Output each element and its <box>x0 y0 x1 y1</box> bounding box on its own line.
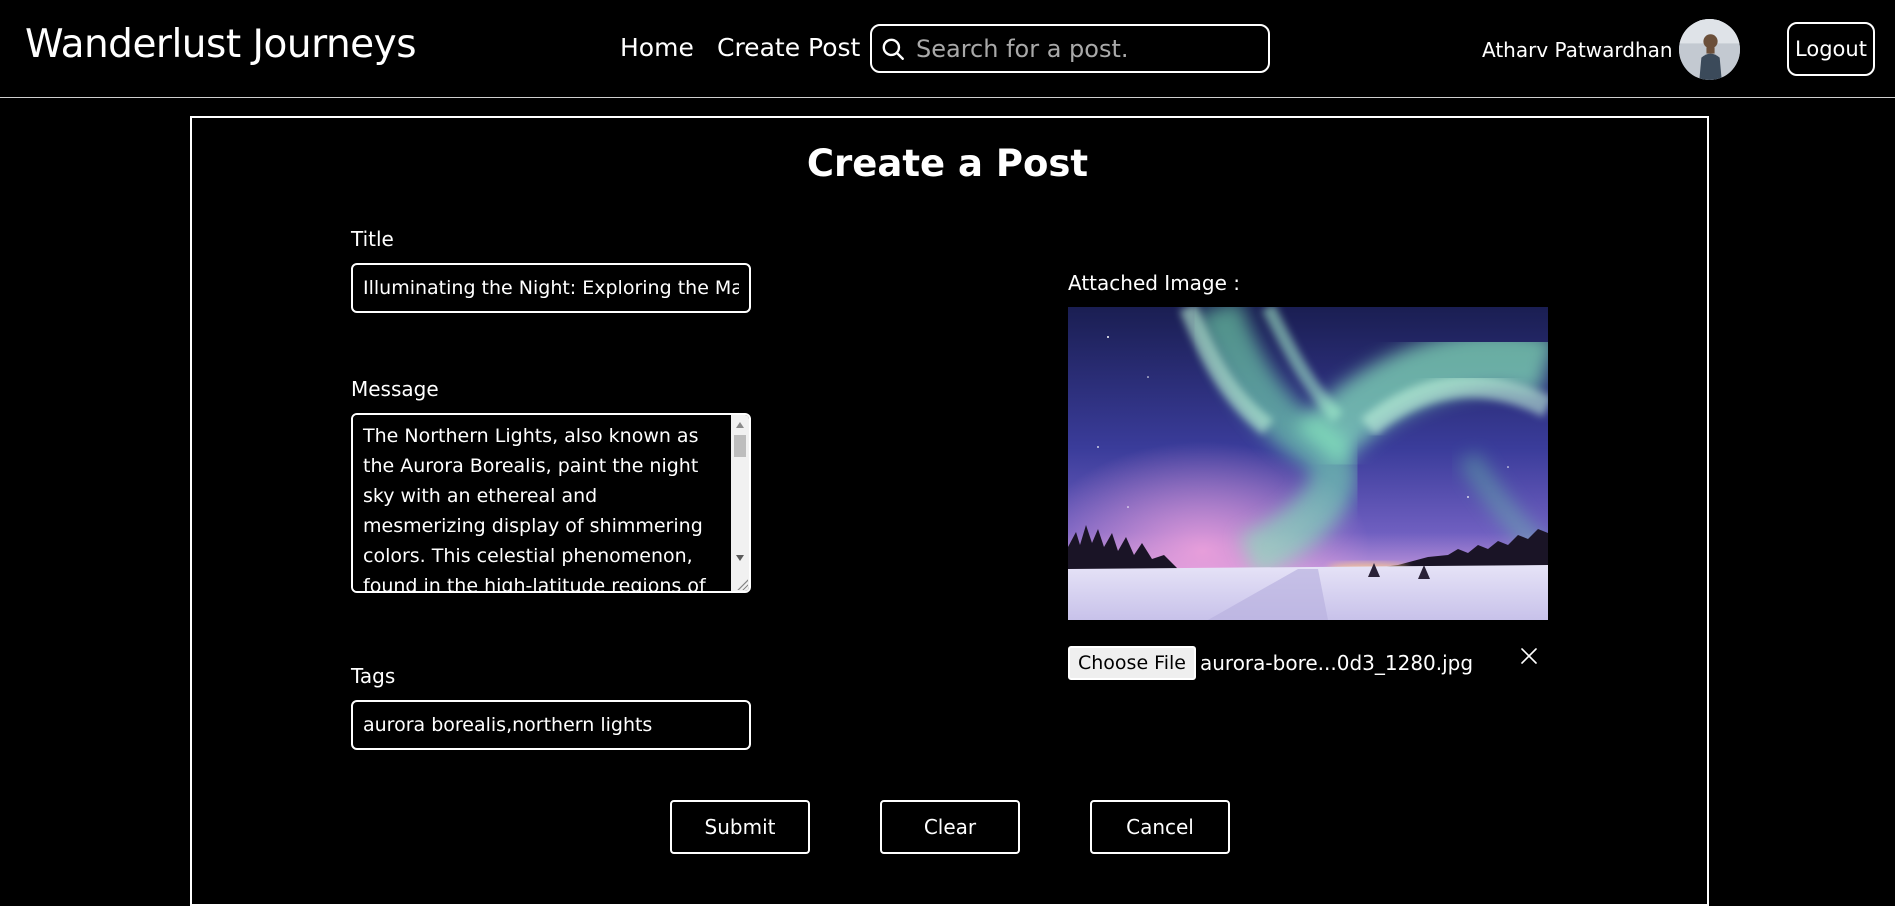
nav-create-post-link[interactable]: Create Post <box>717 33 860 62</box>
search-box[interactable] <box>870 24 1270 73</box>
submit-button[interactable]: Submit <box>670 800 810 854</box>
file-name: aurora-bore...0d3_1280.jpg <box>1199 651 1474 675</box>
attached-image-label: Attached Image : <box>1068 271 1241 295</box>
attached-image-preview <box>1068 307 1548 620</box>
page-title: Create a Post <box>806 142 1089 185</box>
file-row: Choose File aurora-bore...0d3_1280.jpg <box>1068 646 1473 680</box>
brand-title[interactable]: Wanderlust Journeys <box>25 22 417 67</box>
resize-grip-icon[interactable] <box>736 578 748 590</box>
scroll-up-icon[interactable] <box>736 422 744 428</box>
tags-input[interactable] <box>351 700 751 750</box>
avatar[interactable] <box>1679 19 1740 80</box>
clear-button[interactable]: Clear <box>880 800 1020 854</box>
tags-label: Tags <box>351 664 396 688</box>
message-scrollbar[interactable] <box>731 415 749 591</box>
close-icon[interactable] <box>1518 645 1540 667</box>
search-input[interactable] <box>916 34 1246 63</box>
message-textarea[interactable]: The Northern Lights, also known as the A… <box>353 415 731 591</box>
scroll-thumb[interactable] <box>734 435 746 457</box>
message-field[interactable]: The Northern Lights, also known as the A… <box>351 413 751 593</box>
message-label: Message <box>351 377 439 401</box>
navbar: Wanderlust Journeys Home Create Post Ath… <box>0 0 1895 98</box>
username: Atharv Patwardhan <box>1482 38 1673 62</box>
title-label: Title <box>351 227 394 251</box>
choose-file-button[interactable]: Choose File <box>1068 646 1196 680</box>
cancel-button[interactable]: Cancel <box>1090 800 1230 854</box>
search-icon <box>882 38 904 60</box>
nav-home-link[interactable]: Home <box>620 33 694 62</box>
scroll-down-icon[interactable] <box>736 555 744 561</box>
logout-button[interactable]: Logout <box>1787 22 1875 76</box>
title-input[interactable] <box>351 263 751 313</box>
